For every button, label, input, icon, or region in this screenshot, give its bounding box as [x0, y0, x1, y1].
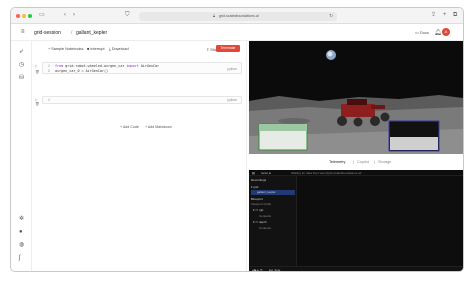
playback-controls[interactable]: ◂ ▶ ▸ ⟲ — [252, 268, 262, 271]
code-cell[interactable]: ▷ 🗑︎ 1 python — [35, 96, 242, 106]
browser-toolbar: ▭ ‹ › ⛉ 🔒︎ grid.scaledfoundations.ai ↻ ⇪… — [11, 8, 463, 24]
database-icon[interactable]: ⛁ — [19, 75, 24, 81]
breadcrumb-separator: / — [71, 30, 73, 36]
earth-cloud-icon — [327, 51, 333, 57]
breadcrumb-root[interactable]: grid-session — [34, 30, 61, 36]
scaled-foundations-logo-icon[interactable]: ʃ — [19, 255, 20, 261]
viewer-menu-icon[interactable]: ▤ — [252, 171, 255, 175]
simulation-view[interactable] — [249, 41, 463, 154]
breadcrumb-current[interactable]: gallant_kepler — [76, 30, 107, 36]
tab-telemetry[interactable]: Telemetry — [329, 160, 345, 164]
lock-icon: 🔒︎ — [213, 13, 216, 18]
recordings-label: Recordings — [251, 178, 267, 182]
view-depth-label: depth — [259, 220, 267, 224]
browser-window: ▭ ‹ › ⛉ 🔒︎ grid.scaledfoundations.ai ↻ ⇪… — [10, 7, 464, 272]
new-tab-icon[interactable]: + — [443, 12, 447, 19]
delete-cell-icon[interactable]: 🗑︎ — [35, 102, 40, 106]
address-bar[interactable]: 🔒︎ grid.scaledfoundations.ai ↻ — [139, 11, 337, 21]
docs-link[interactable]: ▭ Docs — [415, 30, 429, 35]
view-depth[interactable]: ▾ ▭ depth — [253, 220, 267, 224]
recording-item[interactable]: gallant_kepler — [257, 190, 276, 194]
zoom-window-button[interactable] — [28, 14, 32, 18]
docs-label: Docs — [419, 30, 430, 35]
rgb-camera-sky — [259, 124, 307, 131]
url-text: grid.scaledfoundations.ai — [219, 13, 259, 18]
github-icon[interactable]: ● — [19, 229, 23, 235]
forward-icon[interactable]: › — [73, 12, 75, 19]
blueprint-label: Blueprint — [251, 197, 263, 201]
discord-icon[interactable]: ◍ — [19, 242, 24, 248]
history-icon[interactable]: ◷ — [19, 62, 24, 68]
run-cell-icon[interactable]: ▷ — [35, 64, 38, 68]
left-rail: ➶ ◷ ⛁ ✲ ● ◍ ʃ — [11, 41, 32, 271]
viewer-status: Waiting for data from wss://grid.scaledf… — [291, 171, 364, 175]
bell-icon[interactable]: 🔔︎ — [434, 29, 442, 36]
settings-icon[interactable]: ✲ — [19, 216, 24, 222]
shield-icon[interactable]: ⛉ — [125, 12, 130, 19]
crater — [278, 118, 310, 124]
menu-icon[interactable]: ≡ — [21, 29, 25, 35]
code-line: airgen_car_0 = AirGenCar() — [55, 69, 109, 73]
back-icon[interactable]: ‹ — [64, 12, 66, 19]
terminate-button[interactable]: Terminate — [216, 45, 240, 52]
view-rgb[interactable]: ▾ ▭ rgb — [253, 208, 263, 212]
delete-cell-icon[interactable]: 🗑︎ — [35, 70, 40, 74]
viewer-sidebar: Recordings ▾ grid gallant_kepler Bluepri… — [249, 176, 297, 267]
add-markdown-button[interactable]: + Add Markdown — [145, 125, 172, 129]
cell-language: python — [227, 67, 237, 71]
tab-overview-icon[interactable]: ⧉ — [453, 12, 457, 19]
recording-group[interactable]: ▾ grid — [251, 185, 258, 189]
view-depth-contents[interactable]: Contents — [259, 226, 271, 230]
cell-language: python — [227, 98, 237, 102]
close-window-button[interactable] — [16, 14, 20, 18]
viewer-timeline: ◂ ▶ ▸ ⟲ log_time — [249, 266, 463, 271]
right-panel: Telemetry | Copilot | Storage ▤ rerun.io… — [246, 41, 463, 271]
timeline-selector[interactable]: log_time — [269, 268, 280, 271]
app-header: ≡ grid-session / gallant_kepler ▭ Docs 🔔… — [11, 24, 463, 41]
notebook-panel: + Sample Notebooks ■ Interrupt ⤓ Downloa… — [32, 41, 246, 271]
line-number: 1 — [48, 98, 50, 102]
telemetry-viewer: ▤ rerun.io Waiting for data from wss://g… — [249, 170, 463, 271]
avatar[interactable]: A — [442, 28, 450, 36]
download-label: Download — [111, 47, 129, 51]
interrupt-label: Interrupt — [90, 47, 105, 51]
recording-group-label: grid — [253, 185, 259, 189]
minimize-window-button[interactable] — [22, 14, 26, 18]
line-number: 2 — [48, 69, 50, 73]
tab-copilot[interactable]: Copilot — [357, 160, 369, 164]
code-cell[interactable]: ▷ 🗑︎ 1 2 from grid.robot.wheeled.airgen_… — [35, 62, 242, 74]
line-number: 1 — [48, 64, 50, 68]
tab-storage[interactable]: Storage — [378, 160, 391, 164]
tab-separator: | — [353, 160, 354, 164]
viewer-app-name: rerun.io — [261, 171, 272, 175]
view-rgb-contents[interactable]: Contents — [259, 214, 271, 218]
code-line: from grid.robot.wheeled.airgen_car impor… — [55, 64, 160, 68]
right-panel-tabs: Telemetry | Copilot | Storage — [247, 160, 463, 168]
rocket-icon[interactable]: ➶ — [19, 49, 24, 55]
add-code-button[interactable]: + Add Code — [120, 125, 139, 129]
sample-notebooks-button[interactable]: + Sample Notebooks — [48, 47, 83, 51]
tab-separator: | — [374, 160, 375, 164]
viewport-label[interactable]: Viewport (Grid) — [251, 202, 271, 206]
notebook-toolbar: + Sample Notebooks ■ Interrupt ⤓ Downloa… — [32, 41, 246, 57]
reload-icon[interactable]: ↻ — [329, 13, 333, 19]
share-icon[interactable]: ⇪ — [431, 12, 436, 19]
view-rgb-label: rgb — [259, 208, 264, 212]
depth-camera-ground — [390, 137, 438, 150]
download-button[interactable]: ⤓ Download — [109, 47, 129, 51]
sidebar-toggle-icon[interactable]: ▭ — [39, 12, 45, 19]
interrupt-button[interactable]: ■ Interrupt — [87, 47, 105, 51]
